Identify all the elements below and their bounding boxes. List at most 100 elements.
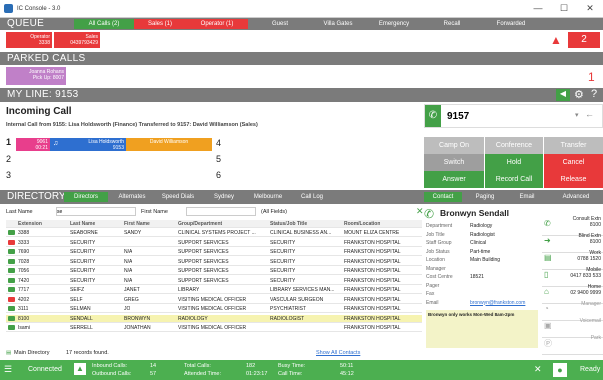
col-location[interactable]: Room/Location bbox=[344, 220, 380, 228]
tab-emergency[interactable]: Emergency bbox=[366, 19, 422, 29]
inbound-label: Inbound Calls: bbox=[92, 363, 128, 369]
close-button[interactable]: ✕ bbox=[577, 3, 603, 14]
col-extension[interactable]: Extension bbox=[18, 220, 42, 228]
clear-search-icon[interactable]: ✕ bbox=[416, 206, 424, 217]
table-row[interactable]: 7690 SECURITY N/A SUPPORT SERVICES SECURITY F… bbox=[6, 248, 422, 256]
allfields-select[interactable]: (All Fields) bbox=[261, 209, 287, 215]
col-status[interactable]: Status/Job Title bbox=[270, 220, 307, 228]
table-row[interactable]: 3333 SECURITY SUPPORT SERVICES SECURITY FRAN… bbox=[6, 239, 422, 247]
answer-label: Answer bbox=[442, 176, 466, 183]
table-cell: FRANKSTON HOSPITAL bbox=[344, 325, 401, 331]
tab-melbourne[interactable]: Melbourne bbox=[246, 192, 290, 202]
table-row[interactable]: Isami SERRELL JONATHAN VISITING MEDICAL OFF… bbox=[6, 324, 422, 332]
queue-card-sales[interactable]: Sales 0439793429 bbox=[54, 32, 100, 48]
col-firstname[interactable]: First Name bbox=[124, 220, 150, 228]
help-icon[interactable]: ? bbox=[591, 88, 597, 100]
slot-call-time: 00:21 bbox=[35, 145, 48, 151]
tab-contact[interactable]: Contact bbox=[424, 192, 462, 202]
table-row[interactable]: 7028 SECURITY N/A SUPPORT SERVICES SECURITY F… bbox=[6, 258, 422, 266]
parked-call-card[interactable]: Joanna Rohans Pick Up: 8007 bbox=[6, 67, 66, 85]
firstname-select[interactable]: First Name bbox=[141, 209, 168, 215]
contact-action-button[interactable]: Ⓟ Park bbox=[542, 335, 603, 355]
conference-button[interactable]: Conference bbox=[485, 137, 543, 154]
show-all-contacts-link[interactable]: Show All Contacts bbox=[316, 350, 360, 356]
tab-paging[interactable]: Paging bbox=[466, 192, 504, 202]
dial-input[interactable] bbox=[447, 109, 567, 123]
backspace-icon[interactable]: ← bbox=[585, 109, 594, 119]
transfer-label: Transfer bbox=[560, 142, 587, 149]
slot-dest-card[interactable]: David Williamson bbox=[126, 138, 212, 151]
tab-alternates[interactable]: Alternates bbox=[110, 192, 154, 202]
table-cell: JO bbox=[124, 306, 131, 312]
hold-label: Hold bbox=[506, 159, 522, 166]
hold-button[interactable]: Hold bbox=[485, 154, 543, 171]
status-ready[interactable]: Ready bbox=[580, 366, 600, 373]
lastname-select[interactable]: Last Name bbox=[6, 209, 33, 215]
tab-email[interactable]: Email bbox=[508, 192, 546, 202]
main-directory-label[interactable]: Main Directory bbox=[14, 350, 49, 356]
chevron-down-icon[interactable]: ▾ bbox=[575, 111, 579, 119]
col-group[interactable]: Group/Department bbox=[178, 220, 222, 228]
release-button[interactable]: Release bbox=[544, 171, 603, 188]
cancel-button[interactable]: Cancel bbox=[544, 154, 603, 171]
total-count: 182 bbox=[246, 363, 256, 369]
table-row[interactable]: 4202 SELF GREG VISITING MEDICAL OFFICER VASC… bbox=[6, 296, 422, 304]
contact-action-icon: ✆ bbox=[544, 219, 551, 228]
table-cell: 8100 bbox=[18, 315, 30, 322]
field-label: Fax bbox=[426, 291, 435, 297]
queue-card-operator[interactable]: Operator 3338 bbox=[6, 32, 52, 48]
phone-status-icon bbox=[8, 277, 15, 283]
speaker-icon[interactable]: ◀ bbox=[556, 89, 570, 101]
table-row[interactable]: 7420 SECURITY N/A SUPPORT SERVICES SECURITY F… bbox=[6, 277, 422, 285]
tab-advanced[interactable]: Advanced bbox=[554, 192, 598, 202]
record-call-button[interactable]: Record Call bbox=[485, 171, 543, 188]
contact-action-icon: Ⓟ bbox=[544, 339, 552, 348]
table-cell: FRANKSTON HOSPITAL bbox=[344, 287, 401, 293]
tab-guest[interactable]: Guest bbox=[252, 19, 308, 29]
contact-action-icon: ➜ bbox=[544, 236, 551, 245]
table-cell: 7056 bbox=[18, 268, 30, 274]
table-row[interactable]: 3111 SELMAN JO VISITING MEDICAL OFFICER PSYC… bbox=[6, 305, 422, 313]
minimize-button[interactable]: — bbox=[525, 3, 551, 14]
transfer-button[interactable]: Transfer bbox=[544, 137, 603, 154]
firstname-input[interactable] bbox=[186, 207, 256, 216]
table-cell: SANDY bbox=[124, 230, 142, 236]
table-cell: FRANKSTON HOSPITAL bbox=[344, 306, 401, 312]
slot-call-card[interactable]: 9061 00:21 bbox=[16, 138, 50, 151]
tab-recall[interactable]: Recall bbox=[424, 19, 480, 29]
contact-action-icon: ▣ bbox=[544, 321, 552, 330]
phone-icon[interactable]: ✆ bbox=[425, 105, 441, 127]
tab-directors[interactable]: Directors bbox=[64, 192, 108, 202]
tab-call-log[interactable]: Call Log bbox=[292, 192, 332, 202]
tab-speed-dials[interactable]: Speed Dials bbox=[154, 192, 202, 202]
cancel-label: Cancel bbox=[562, 159, 585, 166]
table-cell: SECURITY bbox=[70, 239, 96, 246]
table-cell: 3111 bbox=[18, 306, 29, 312]
tab-all-calls[interactable]: All Calls (2) bbox=[74, 19, 134, 29]
user-icon[interactable]: ● bbox=[553, 363, 567, 377]
camp-on-button[interactable]: Camp On bbox=[424, 137, 484, 154]
tab-sales[interactable]: Sales (1) bbox=[134, 19, 186, 29]
table-cell: PSYCHIATRIST bbox=[270, 306, 307, 312]
tab-villa-gates[interactable]: Villa Gates bbox=[310, 19, 366, 29]
field-value[interactable]: bronwyn@frankston.com bbox=[470, 300, 525, 306]
tab-forwarded[interactable]: Forwarded bbox=[480, 19, 542, 29]
slot-caller-card[interactable]: ♫ Lisa Holdsworth 9153 bbox=[50, 138, 126, 151]
directory-label: DIRECTORY bbox=[7, 191, 66, 202]
table-row[interactable]: 8100 SENDALL BRONWYN RADIOLOGY RADIOLOGIST FR… bbox=[6, 314, 422, 323]
answer-button[interactable]: Answer bbox=[424, 171, 484, 188]
table-row[interactable]: 7056 SECURITY N/A SUPPORT SERVICES SECURITY F… bbox=[6, 267, 422, 275]
tab-operator[interactable]: Operator (1) bbox=[186, 19, 248, 29]
table-cell: 7420 bbox=[18, 277, 30, 284]
table-row[interactable]: 3388 SEABORNE SANDY CLINICAL SYSTEMS PROJEC… bbox=[6, 229, 422, 237]
col-lastname[interactable]: Last Name bbox=[70, 220, 95, 228]
gear-icon[interactable]: ⚙ bbox=[574, 88, 584, 101]
table-row[interactable]: 7717 SEIFZ JANET LIBRARY LIBRARY SERVICES MA… bbox=[6, 286, 422, 294]
lastname-input[interactable] bbox=[56, 207, 136, 216]
maximize-button[interactable]: ☐ bbox=[551, 3, 577, 14]
tab-sydney[interactable]: Sydney bbox=[204, 192, 244, 202]
total-label: Total Calls: bbox=[184, 363, 211, 369]
close-icon[interactable]: ✕ bbox=[534, 364, 542, 375]
switch-button[interactable]: Switch bbox=[424, 154, 484, 171]
menu-icon[interactable]: ☰ bbox=[4, 364, 12, 375]
